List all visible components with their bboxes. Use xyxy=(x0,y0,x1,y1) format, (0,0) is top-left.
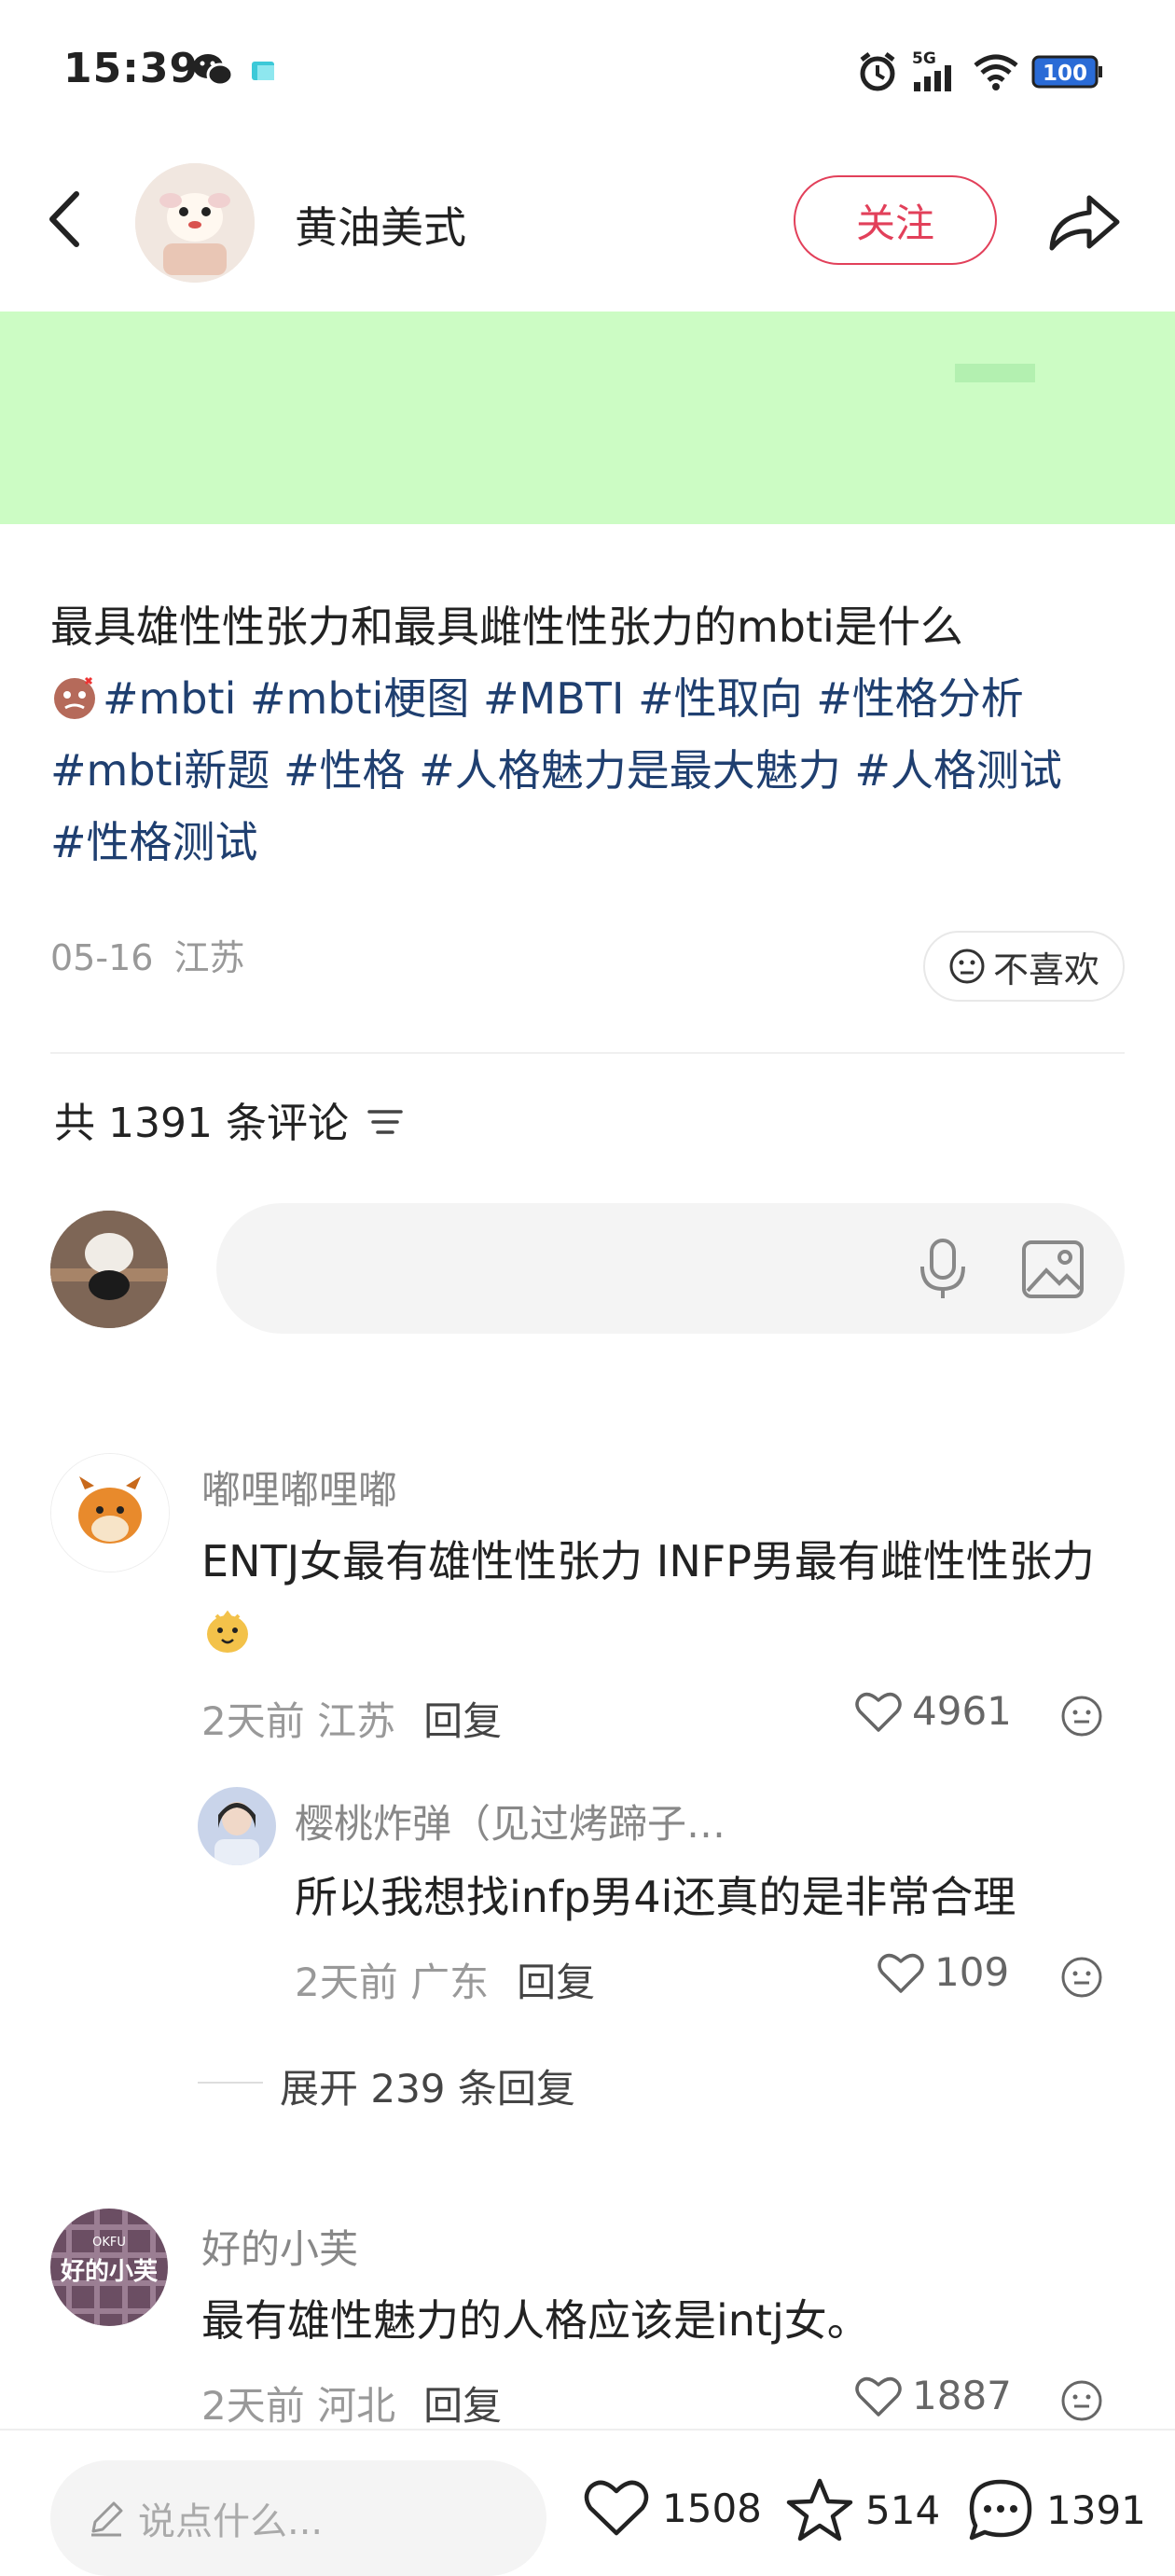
svg-text:好的小芙: 好的小芙 xyxy=(60,2257,159,2286)
heart-icon xyxy=(855,1692,902,1732)
post-title: 最具雄性性张力和最具雌性性张力的mbti是什么 xyxy=(50,602,963,652)
sort-icon[interactable] xyxy=(364,1101,407,1143)
ad-banner[interactable] xyxy=(0,312,1175,524)
tag-MBTI[interactable]: #MBTI xyxy=(483,673,624,724)
battery-icon: 100 xyxy=(1031,54,1104,93)
tag-mbti-new[interactable]: #mbti新题 xyxy=(50,745,270,796)
star-icon xyxy=(786,2478,853,2541)
signal-icon: 5G xyxy=(912,48,961,97)
comment-username[interactable]: 嘟哩嘟哩嘟 xyxy=(201,1459,397,1516)
post-favorite-button[interactable]: 514 xyxy=(785,2477,940,2542)
alarm-icon xyxy=(856,50,899,97)
comment-count: 共 1391 条评论 xyxy=(54,1100,349,1147)
heart-icon xyxy=(584,2480,649,2536)
divider xyxy=(50,1052,1125,1054)
reply-button[interactable]: 回复 xyxy=(423,2383,502,2429)
expand-divider xyxy=(198,2082,263,2084)
expand-replies-button[interactable]: 展开 239 条回复 xyxy=(280,2057,575,2114)
microphone-icon[interactable] xyxy=(912,1237,974,1302)
reply-meta: 2天前 广东 回复 xyxy=(295,1960,596,2005)
reply-like-button[interactable]: 109 xyxy=(877,1949,1009,1995)
image-upload-icon[interactable] xyxy=(1020,1237,1085,1302)
wifi-icon xyxy=(972,52,1020,95)
author-name[interactable]: 黄油美式 xyxy=(295,194,466,256)
tag-personality-test[interactable]: #人格测试 xyxy=(854,745,1062,796)
reply-react-icon[interactable] xyxy=(1059,1955,1104,2003)
comment-text: ENTJ女最有雄性性张力 INFP男最有雌性性张力 xyxy=(201,1526,1134,1668)
comment-text: 最有雄性魅力的人格应该是intj女。 xyxy=(201,2295,870,2346)
say-placeholder: 说点什么... xyxy=(138,2500,324,2543)
post-comment-count: 1391 xyxy=(1046,2486,1146,2533)
tag-character-test[interactable]: #性格测试 xyxy=(50,817,258,867)
like-count: 4961 xyxy=(912,1688,1012,1734)
comment-react-icon[interactable] xyxy=(1059,1694,1104,1742)
like-count: 1887 xyxy=(912,2373,1012,2418)
post-favorite-count: 514 xyxy=(865,2486,941,2533)
reply-text: 所以我想找infp男4i还真的是非常合理 xyxy=(295,1872,1016,1922)
my-avatar xyxy=(50,1211,168,1328)
post-comment-button[interactable]: 1391 xyxy=(966,2477,1146,2542)
tag-mbti-meme[interactable]: #mbti梗图 xyxy=(250,673,469,724)
post-date: 05-16 xyxy=(50,937,154,978)
comment-like-button[interactable]: 1887 xyxy=(854,2373,1012,2418)
comment-meta: 2天前 江苏 回复 xyxy=(201,1698,503,1744)
app-notification-icon xyxy=(250,60,278,88)
tag-orientation[interactable]: #性取向 xyxy=(638,673,803,724)
svg-text:OKFU: OKFU xyxy=(92,2236,126,2250)
comment-avatar[interactable]: OKFU 好的小芙 xyxy=(50,2209,168,2326)
heart-icon xyxy=(855,2376,902,2417)
dislike-button[interactable]: 不喜欢 xyxy=(923,931,1125,1002)
say-something-input[interactable]: 说点什么... xyxy=(50,2460,546,2576)
post-meta: 05-16 江苏 xyxy=(50,929,245,980)
comment-username[interactable]: 好的小芙 xyxy=(201,2218,358,2275)
reply-username[interactable]: 樱桃炸弹（见过烤蹄子… xyxy=(295,1793,726,1849)
comment-meta: 2天前 河北 回复 xyxy=(201,2383,503,2429)
like-count: 109 xyxy=(934,1949,1010,1995)
wechat-icon xyxy=(191,50,234,93)
heart-icon xyxy=(878,1953,924,1993)
neutral-face-icon xyxy=(949,949,985,984)
reply-button[interactable]: 回复 xyxy=(517,1960,595,2005)
comment-avatar[interactable] xyxy=(50,1453,170,1572)
dislike-label: 不喜欢 xyxy=(992,949,1099,990)
back-icon[interactable] xyxy=(37,187,93,252)
post-content: 最具雄性性张力和最具雌性性张力的mbti是什么 #mbti #mbti梗图 #M… xyxy=(50,591,1132,879)
smiley-emoji-icon xyxy=(201,1604,254,1656)
comment-input[interactable] xyxy=(216,1203,1125,1334)
tag-charm[interactable]: #人格魅力是最大魅力 xyxy=(419,745,841,796)
comment-react-icon[interactable] xyxy=(1059,2378,1104,2427)
tag-personality[interactable]: #性格 xyxy=(283,745,406,796)
comment-bubble-icon xyxy=(969,2479,1032,2541)
banner-indicator xyxy=(955,364,1035,382)
tag-mbti[interactable]: #mbti xyxy=(103,673,236,724)
post-like-button[interactable]: 1508 xyxy=(582,2477,762,2539)
svg-text:5G: 5G xyxy=(912,49,936,68)
angry-face-emoji-icon xyxy=(50,671,99,719)
comment-like-button[interactable]: 4961 xyxy=(854,1688,1012,1734)
pencil-icon xyxy=(91,2501,123,2537)
post-location: 江苏 xyxy=(173,937,245,978)
post-like-count: 1508 xyxy=(662,2485,762,2531)
tag-personality-analysis[interactable]: #性格分析 xyxy=(816,673,1024,724)
reply-button[interactable]: 回复 xyxy=(423,1698,502,1744)
reply-avatar[interactable] xyxy=(198,1787,276,1865)
author-avatar[interactable] xyxy=(135,163,255,283)
share-icon[interactable] xyxy=(1041,179,1125,263)
svg-text:100: 100 xyxy=(1043,62,1087,86)
follow-button[interactable]: 关注 xyxy=(794,175,997,265)
status-time: 15:39 xyxy=(63,45,200,92)
